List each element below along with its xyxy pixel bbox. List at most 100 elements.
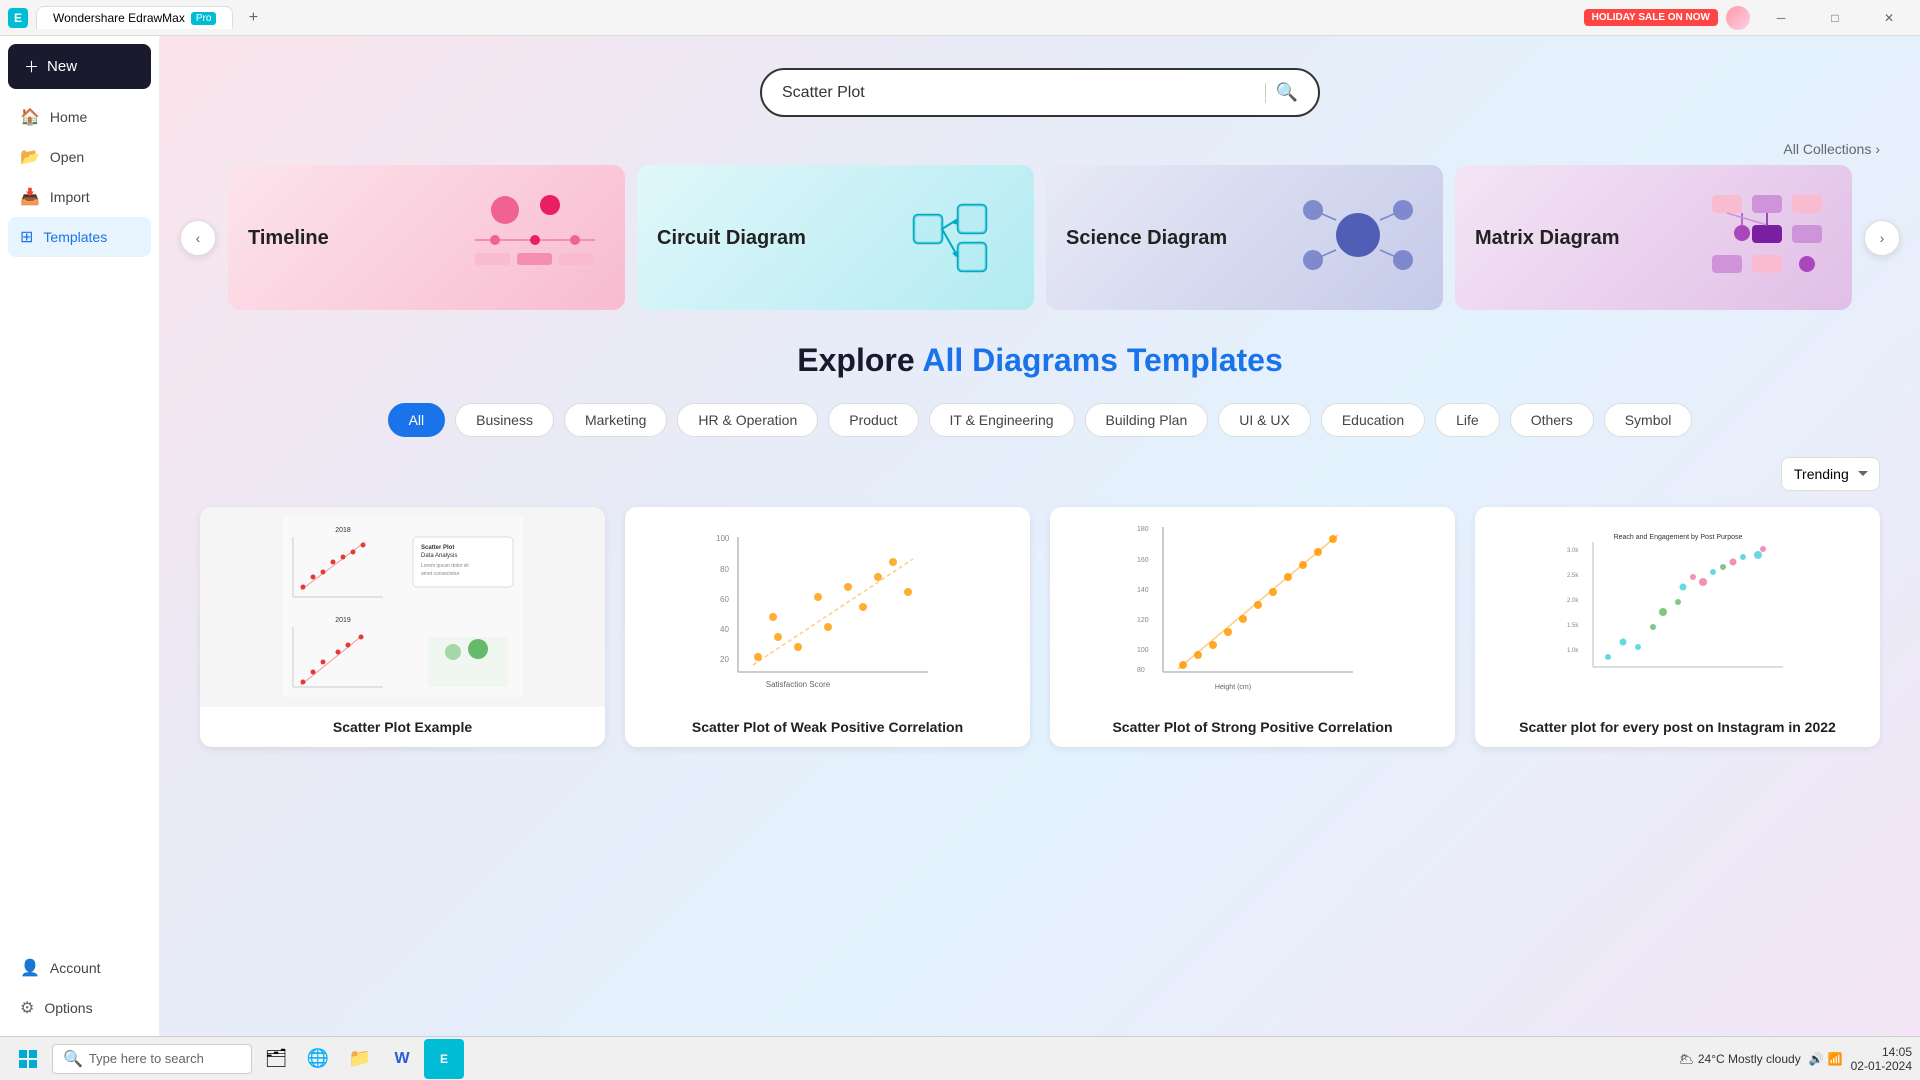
taskbar-search-icon: 🔍	[63, 1049, 83, 1069]
titlebar: E Wondershare EdrawMax Pro + HOLIDAY SAL…	[0, 0, 1920, 36]
svg-text:Reach and Engagement by Post P: Reach and Engagement by Post Purpose	[1613, 534, 1742, 541]
filter-hr[interactable]: HR & Operation	[677, 403, 818, 437]
template-preview-scatter-example: 2018 2019	[200, 507, 605, 707]
taskbar-weather: 🌥 24°C Mostly cloudy	[1679, 1052, 1801, 1066]
main-container: ＋ New 🏠 Home 📂 Open 📥 Import ⊞ Templates…	[0, 36, 1920, 1036]
holiday-badge: HOLIDAY SALE ON NOW	[1584, 9, 1718, 26]
new-tab-button[interactable]: +	[241, 6, 265, 30]
collections-bar: All Collections ›	[160, 141, 1920, 157]
svg-text:180: 180	[1137, 526, 1149, 533]
filter-others[interactable]: Others	[1510, 403, 1594, 437]
account-icon: 👤	[20, 958, 40, 978]
taskbar-app-files[interactable]: 📁	[340, 1039, 380, 1079]
sidebar-item-import[interactable]: 📥 Import	[8, 177, 151, 217]
svg-text:140: 140	[1137, 587, 1149, 594]
carousel-next-button[interactable]: ›	[1864, 220, 1900, 256]
sidebar-item-account[interactable]: 👤 Account	[8, 948, 151, 988]
filter-building[interactable]: Building Plan	[1085, 403, 1209, 437]
template-card-title-2: Scatter Plot of Weak Positive Correlatio…	[641, 719, 1014, 735]
carousel-card-matrix[interactable]: Matrix Diagram	[1455, 165, 1852, 310]
svg-text:2019: 2019	[335, 617, 351, 624]
import-icon: 📥	[20, 187, 40, 207]
svg-text:1.0k: 1.0k	[1567, 648, 1579, 654]
taskbar-app-edge[interactable]: 🌐	[298, 1039, 338, 1079]
taskbar-app-word[interactable]: W	[382, 1039, 422, 1079]
template-card-weak-positive[interactable]: 100 80 60 40 20 Satisfaction Score	[625, 507, 1030, 747]
sidebar-item-home[interactable]: 🏠 Home	[8, 97, 151, 137]
template-card-body-3: Scatter Plot of Strong Positive Correlat…	[1050, 707, 1455, 747]
all-collections-link[interactable]: All Collections ›	[1783, 141, 1880, 157]
carousel-card-timeline[interactable]: Timeline	[228, 165, 625, 310]
filter-it[interactable]: IT & Engineering	[929, 403, 1075, 437]
sidebar-item-options[interactable]: ⚙ Options	[8, 988, 151, 1028]
timeline-card-title: Timeline	[248, 226, 329, 250]
template-card-title-3: Scatter Plot of Strong Positive Correlat…	[1066, 719, 1439, 735]
carousel-card-science[interactable]: Science Diagram	[1046, 165, 1443, 310]
svg-text:Height (cm): Height (cm)	[1214, 684, 1250, 691]
search-input[interactable]	[782, 84, 1255, 102]
template-card-scatter-example[interactable]: 2018 2019	[200, 507, 605, 747]
taskbar-app-explorer[interactable]: 🗂	[256, 1039, 296, 1079]
svg-text:Lorem ipsum dolor sit: Lorem ipsum dolor sit	[421, 563, 469, 569]
sidebar-item-import-label: Import	[50, 189, 90, 205]
svg-text:2.0k: 2.0k	[1567, 598, 1579, 604]
content-area: 🔍 All Collections › ‹ Timeline	[160, 36, 1920, 1036]
template-card-instagram[interactable]: Reach and Engagement by Post Purpose 3.0…	[1475, 507, 1880, 747]
taskbar-app-edrawmax[interactable]: E	[424, 1039, 464, 1079]
filter-life[interactable]: Life	[1435, 403, 1500, 437]
sort-select[interactable]: Trending Newest Popular	[1781, 457, 1880, 491]
filter-pills: All Business Marketing HR & Operation Pr…	[200, 403, 1880, 437]
app-tab[interactable]: Wondershare EdrawMax Pro	[36, 6, 233, 29]
taskbar-search-bar[interactable]: 🔍 Type here to search	[52, 1044, 252, 1074]
svg-text:1.5k: 1.5k	[1567, 623, 1579, 629]
template-card-body-1: Scatter Plot Example	[200, 707, 605, 747]
taskbar-right: 🌥 24°C Mostly cloudy 🔊 📶 14:05 02-01-202…	[1679, 1045, 1912, 1073]
volume-icon[interactable]: 📶	[1828, 1052, 1843, 1066]
template-card-title-4: Scatter plot for every post on Instagram…	[1491, 719, 1864, 735]
filter-all[interactable]: All	[388, 403, 446, 437]
tab-label: Wondershare EdrawMax	[53, 11, 185, 25]
sidebar-item-home-label: Home	[50, 109, 87, 125]
svg-text:amet consectetur: amet consectetur	[421, 571, 460, 577]
filter-uiux[interactable]: UI & UX	[1218, 403, 1311, 437]
svg-text:100: 100	[1137, 647, 1149, 654]
search-icon[interactable]: 🔍	[1276, 82, 1298, 103]
close-button[interactable]: ✕	[1866, 0, 1912, 36]
chevron-right-icon: ›	[1875, 141, 1880, 157]
new-button[interactable]: ＋ New	[8, 44, 151, 89]
open-icon: 📂	[20, 147, 40, 167]
carousel-prev-button[interactable]: ‹	[180, 220, 216, 256]
carousel-items: Timeline	[228, 165, 1852, 310]
filter-business[interactable]: Business	[455, 403, 554, 437]
filter-marketing[interactable]: Marketing	[564, 403, 667, 437]
network-icon[interactable]: 🔊	[1809, 1052, 1824, 1066]
taskbar-time-value: 14:05	[1851, 1045, 1912, 1059]
circuit-illustration	[884, 185, 1014, 290]
svg-text:Satisfaction Score: Satisfaction Score	[765, 680, 830, 689]
search-bar[interactable]: 🔍	[760, 68, 1320, 117]
options-icon: ⚙	[20, 998, 34, 1018]
sidebar-item-templates[interactable]: ⊞ Templates	[8, 217, 151, 257]
svg-text:2018: 2018	[335, 527, 351, 534]
taskbar: 🔍 Type here to search 🗂 🌐 📁 W E 🌥 24°C M…	[0, 1036, 1920, 1080]
timeline-illustration	[465, 185, 605, 290]
filter-symbol[interactable]: Symbol	[1604, 403, 1693, 437]
explore-section: Explore All Diagrams Templates All Busin…	[160, 342, 1920, 771]
template-card-strong-positive[interactable]: 180 160 140 120 100 80 Height (cm)	[1050, 507, 1455, 747]
maximize-button[interactable]: □	[1812, 0, 1858, 36]
start-button[interactable]	[8, 1039, 48, 1079]
svg-text:60: 60	[720, 595, 729, 604]
carousel-card-circuit[interactable]: Circuit Diagram	[637, 165, 1034, 310]
svg-text:160: 160	[1137, 557, 1149, 564]
filter-product[interactable]: Product	[828, 403, 918, 437]
svg-text:80: 80	[1137, 667, 1145, 674]
svg-text:Data Analysis: Data Analysis	[421, 553, 457, 559]
sidebar-item-open[interactable]: 📂 Open	[8, 137, 151, 177]
sidebar: ＋ New 🏠 Home 📂 Open 📥 Import ⊞ Templates…	[0, 36, 160, 1036]
new-button-label: New	[47, 58, 77, 75]
minimize-button[interactable]: ─	[1758, 0, 1804, 36]
matrix-illustration	[1702, 185, 1832, 290]
explore-title-blue: All Diagrams Templates	[922, 342, 1282, 378]
avatar[interactable]	[1726, 6, 1750, 30]
filter-education[interactable]: Education	[1321, 403, 1425, 437]
